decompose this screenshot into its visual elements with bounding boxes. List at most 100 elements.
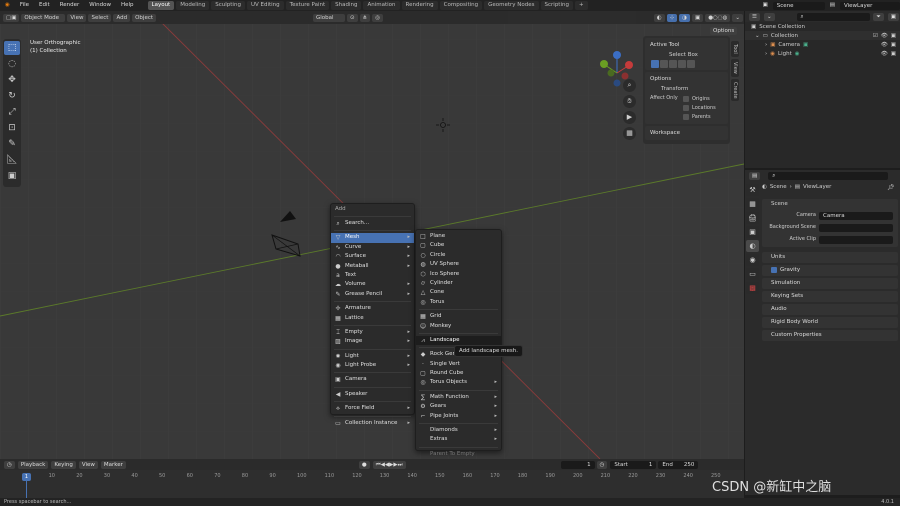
menu-item-volume[interactable]: ☁ Volume ▸ (331, 280, 414, 289)
expand-icon[interactable]: ⌄ (755, 33, 760, 39)
tab-view[interactable]: View (731, 58, 739, 77)
tab-compositing[interactable]: Compositing (439, 1, 483, 10)
menu-item-landscape[interactable]: ⩘ Landscape (416, 335, 501, 346)
outliner-row-collection[interactable]: ⌄ ▭ Collection ☑ 👁︎ ▣ (745, 31, 900, 40)
timeline-editor-icon[interactable]: ◷ (4, 460, 15, 469)
menu-item-round-cube[interactable]: ▢ Round Cube (416, 369, 501, 378)
add-cube-tool[interactable]: ▣ (4, 169, 20, 183)
timeline-ruler[interactable]: 1 10 20 30 40 50 60 70 80 90 100 110 120 130 140 150 16… (0, 470, 744, 498)
menu-item-light-probe[interactable]: ◉ Light Probe ▸ (331, 361, 414, 370)
menu-item-single-vert[interactable]: · Single Vert (416, 360, 501, 369)
tab-animation[interactable]: Animation (363, 1, 400, 10)
menu-item-lattice[interactable]: ▦ Lattice (331, 314, 414, 323)
cursor-tool[interactable]: ◌ (4, 57, 20, 71)
menu-window[interactable]: Window (84, 0, 116, 11)
clock-icon[interactable]: ◷ (596, 460, 608, 469)
world-tab-icon[interactable]: ◉ (746, 254, 759, 266)
outliner-row-light[interactable]: › ◉ Light ◉ 👁︎ ▣ (745, 49, 900, 58)
options-button[interactable]: Options (710, 27, 738, 35)
rotate-tool[interactable]: ↻ (4, 89, 20, 103)
viewport-menu-view[interactable]: View (67, 13, 87, 22)
tab-geometry-nodes[interactable]: Geometry Nodes (484, 1, 539, 10)
menu-help[interactable]: Help (116, 0, 139, 11)
menu-item-camera[interactable]: ▣ Camera (331, 375, 414, 384)
record-icon[interactable]: ● (358, 460, 370, 469)
audio-section[interactable]: Audio (762, 304, 898, 315)
viewport-menu-add[interactable]: Add (113, 13, 131, 22)
new-collection-icon[interactable]: ▣ (887, 12, 899, 21)
expand-icon[interactable]: › (765, 51, 767, 57)
tab-scripting[interactable]: Scripting (540, 1, 573, 10)
collection-tab-icon[interactable]: ▭ (746, 268, 759, 280)
active-clip-field[interactable] (819, 236, 893, 244)
playback-dropdown[interactable]: Playback (17, 460, 49, 469)
properties-search-input[interactable]: ⌕ (768, 171, 889, 180)
select-invert-icon[interactable] (678, 60, 686, 68)
keying-dropdown[interactable]: Keying (51, 460, 76, 469)
menu-item-mesh[interactable]: ▽ Mesh ▸ (331, 233, 414, 243)
pivot-icon[interactable]: ⊙ (347, 13, 358, 22)
scene-tab-icon[interactable]: ◐ (746, 240, 759, 252)
menu-item-text[interactable]: a Text (331, 271, 414, 280)
options-header[interactable]: Options (647, 74, 726, 84)
select-subtract-icon[interactable] (669, 60, 677, 68)
output-tab-icon[interactable]: 🖨︎ (746, 212, 759, 224)
rigid-body-world-section[interactable]: Rigid Body World (762, 317, 898, 328)
select-intersect-icon[interactable] (687, 60, 695, 68)
timeline-view-menu[interactable]: View (78, 460, 98, 469)
select-mode-icon[interactable]: ▢▣ (3, 13, 20, 22)
checkbox-icon[interactable]: ☑ (873, 33, 878, 39)
active-tool-header[interactable]: Active Tool (647, 40, 726, 50)
3d-viewport[interactable]: ▢▣ Object Mode View Select Add Object Gl… (0, 11, 744, 459)
transform-subheader[interactable]: Transform (647, 84, 726, 94)
affect-origins-checkbox[interactable]: Origins (683, 94, 710, 103)
menu-item-plane[interactable]: □ Plane (416, 232, 501, 241)
tool-tab-icon[interactable]: ⚒︎ (746, 184, 759, 196)
transform-tool[interactable]: ⊡ (4, 121, 20, 135)
menu-item-cylinder[interactable]: ⌭ Cylinder (416, 279, 501, 288)
menu-item-gears[interactable]: ⚙ Gears ▸ (416, 402, 501, 411)
menu-item-parent-to-empty[interactable]: Parent To Empty (416, 450, 501, 459)
simulation-section[interactable]: Simulation (762, 278, 898, 289)
eye-icon[interactable]: 👁︎ (881, 51, 888, 57)
add-workspace-button[interactable]: + (574, 1, 588, 10)
menu-item-collection-instance[interactable]: ▭ Collection Instance ▸ (331, 419, 414, 428)
pan-hand-icon[interactable]: ✋︎ (623, 95, 636, 108)
ortho-grid-icon[interactable]: ▦ (623, 127, 636, 140)
orientation-dropdown[interactable]: Global (313, 13, 346, 22)
menu-item-grease-pencil[interactable]: ✎ Grease Pencil ▸ (331, 290, 414, 299)
menu-item-monkey[interactable]: ☺ Monkey (416, 322, 501, 331)
menu-item-ico-sphere[interactable]: ⬡ Ico Sphere (416, 270, 501, 279)
menu-render[interactable]: Render (55, 0, 85, 11)
menu-item-cube[interactable]: ▢ Cube (416, 241, 501, 250)
viewport-menu-object[interactable]: Object (132, 13, 157, 22)
scene-panel-header[interactable]: Scene (762, 199, 898, 210)
current-frame-field[interactable]: 1 (560, 460, 595, 469)
gravity-section[interactable]: Gravity (762, 265, 898, 276)
gizmo-toggle-icon[interactable]: ⊹ (666, 13, 678, 22)
add-menu-search[interactable]: ⌕ Search... (331, 219, 414, 228)
menu-item-curve[interactable]: ∿ Curve ▸ (331, 243, 414, 252)
view-layer-selector[interactable]: ViewLayer (840, 1, 900, 10)
menu-item-speaker[interactable]: ◀ Speaker (331, 390, 414, 399)
outliner-filter-icon[interactable]: ⌄ (763, 12, 775, 21)
proportional-edit-icon[interactable]: ◎ (372, 13, 384, 22)
menu-item-light[interactable]: ✸ Light ▸ (331, 352, 414, 361)
workspace-header[interactable]: Workspace (647, 128, 726, 138)
menu-item-force-field[interactable]: ⟡ Force Field ▸ (331, 404, 414, 413)
end-frame-field[interactable]: End 250 (658, 460, 699, 469)
menu-item-circle[interactable]: ○ Circle (416, 251, 501, 260)
overlay-toggle-icon[interactable]: ◑ (679, 13, 690, 22)
menu-item-cone[interactable]: △ Cone (416, 288, 501, 297)
measure-tool[interactable]: 📐︎ (4, 153, 20, 167)
units-section[interactable]: Units (762, 252, 898, 263)
menu-item-empty[interactable]: ⌶ Empty ▸ (331, 328, 414, 337)
timeline-marker-menu[interactable]: Marker (100, 460, 126, 469)
viewport-menu-select[interactable]: Select (88, 13, 112, 22)
start-frame-field[interactable]: Start 1 (610, 460, 657, 469)
menu-item-diamonds[interactable]: Diamonds ▸ (416, 426, 501, 435)
zoom-icon[interactable]: ⌕ (623, 79, 636, 92)
funnel-icon[interactable]: ⏷ (873, 12, 884, 21)
visibility-icon[interactable]: ◐ (653, 13, 665, 22)
menu-item-torus-objects[interactable]: ◎ Torus Objects ▸ (416, 378, 501, 387)
